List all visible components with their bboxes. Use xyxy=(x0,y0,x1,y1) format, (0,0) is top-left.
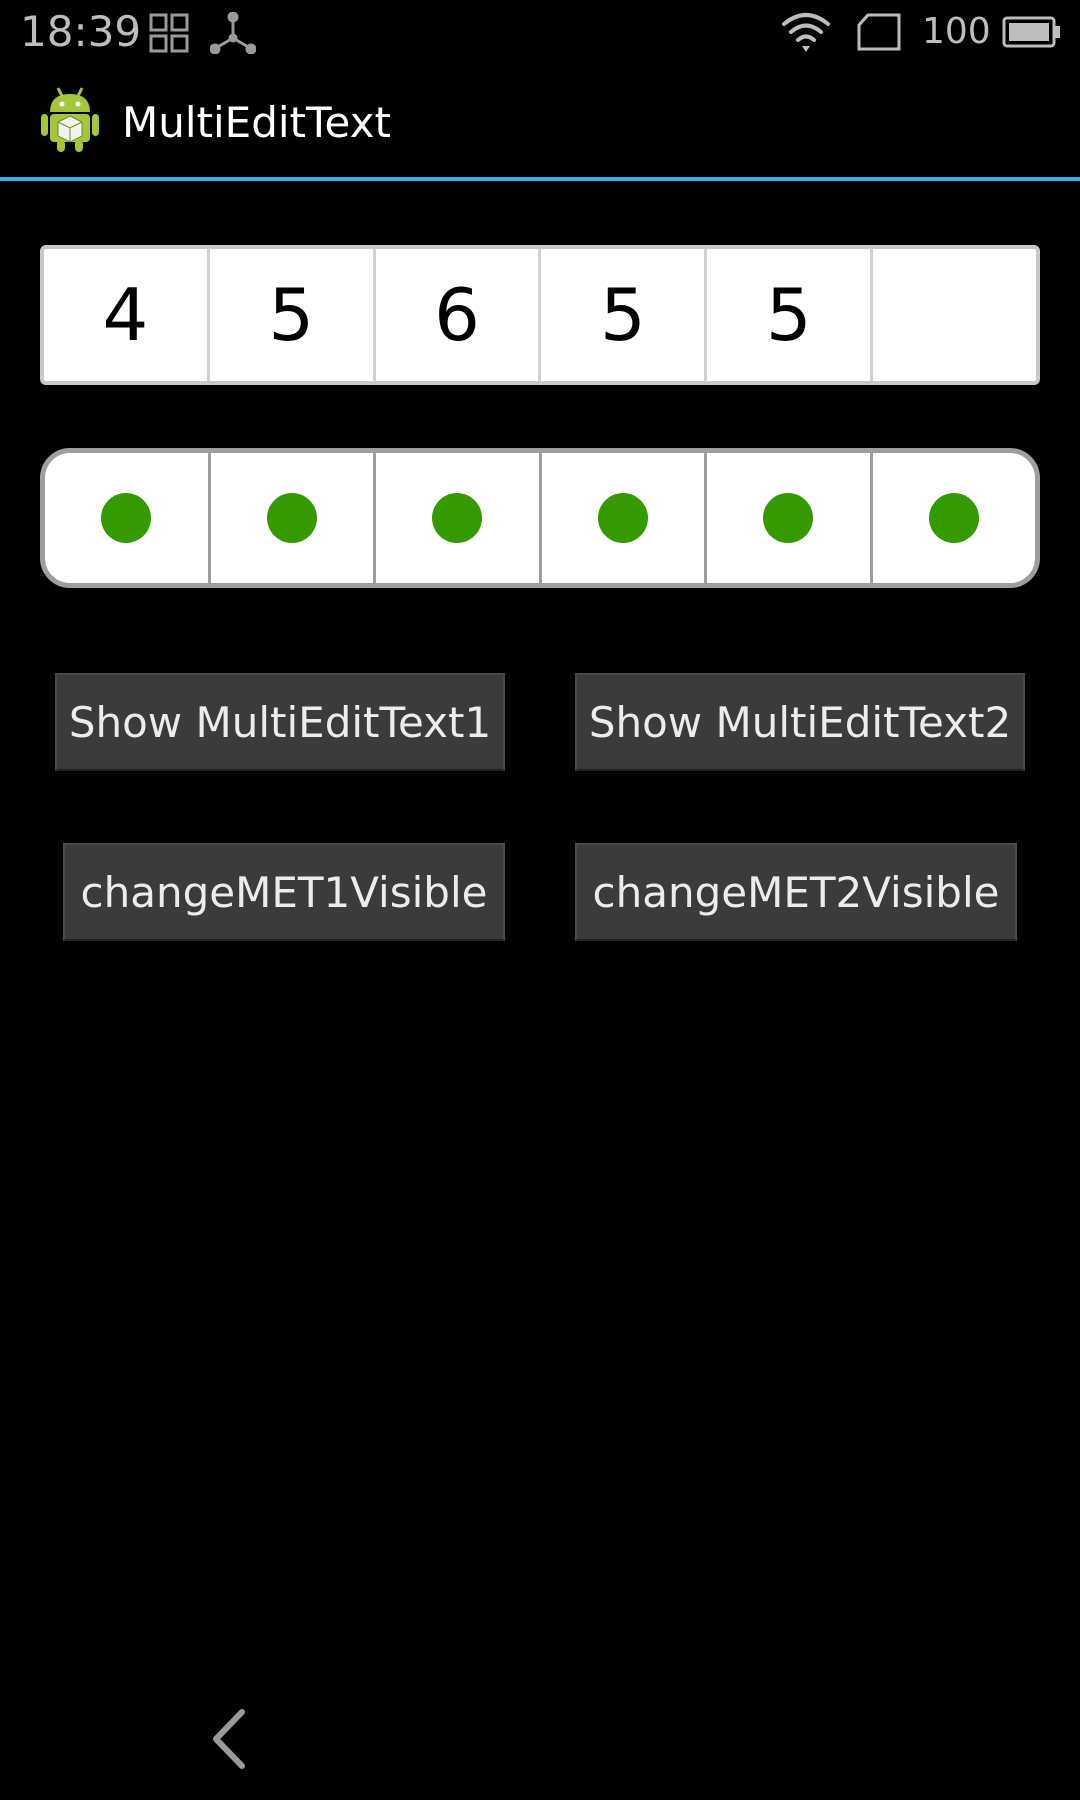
status-bar: 18:39 100 xyxy=(0,0,1080,62)
multi-edit-text-2[interactable] xyxy=(40,448,1040,588)
password-dot xyxy=(432,493,483,543)
battery-icon xyxy=(1002,16,1060,48)
android-icon[interactable] xyxy=(40,84,100,154)
met2-cell-6[interactable] xyxy=(869,453,1036,583)
met1-cell-6[interactable] xyxy=(870,249,1036,381)
met2-cell-2[interactable] xyxy=(207,453,374,583)
sim-card-icon xyxy=(857,13,901,51)
met2-cell-5[interactable] xyxy=(704,453,870,583)
password-dot xyxy=(266,493,317,543)
change-met2-visible-button[interactable]: changeMET2Visible xyxy=(575,843,1017,941)
met2-cell-4[interactable] xyxy=(538,453,705,583)
met1-cell-5[interactable]: 5 xyxy=(704,249,870,381)
show-met2-button[interactable]: Show MultiEditText2 xyxy=(575,673,1025,771)
met1-cell-3[interactable]: 6 xyxy=(372,249,539,381)
met2-cell-3[interactable] xyxy=(373,453,539,583)
met2-cell-1[interactable] xyxy=(45,453,208,583)
show-met1-button[interactable]: Show MultiEditText1 xyxy=(55,673,505,771)
gallery-grid-icon xyxy=(149,13,189,53)
met1-cell-1[interactable]: 4 xyxy=(44,249,207,381)
network-share-icon xyxy=(210,12,256,54)
password-dot xyxy=(597,493,648,543)
battery-level: 100 xyxy=(922,11,991,52)
app-title: MultiEditText xyxy=(122,98,391,147)
status-time: 18:39 xyxy=(20,7,142,56)
password-dot xyxy=(928,493,979,543)
action-bar-divider xyxy=(0,177,1080,181)
wifi-icon xyxy=(782,13,830,52)
multi-edit-text-1[interactable]: 4 5 6 5 5 xyxy=(40,245,1040,385)
back-chevron-icon[interactable] xyxy=(208,1708,248,1770)
met1-cell-2[interactable]: 5 xyxy=(206,249,373,381)
met1-cell-4[interactable]: 5 xyxy=(538,249,704,381)
change-met1-visible-button[interactable]: changeMET1Visible xyxy=(63,843,505,941)
action-bar: MultiEditText xyxy=(0,62,1080,178)
password-dot xyxy=(763,493,814,543)
password-dot xyxy=(101,493,152,543)
